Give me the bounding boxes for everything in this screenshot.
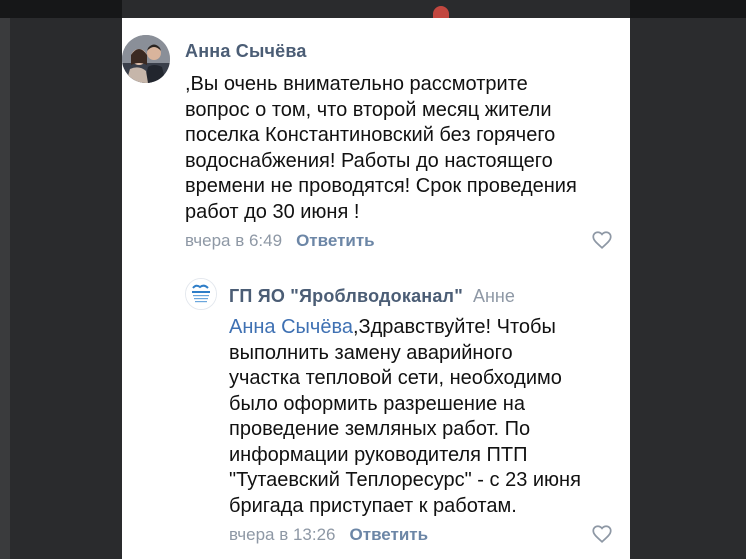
heart-outline-icon[interactable] <box>591 523 613 545</box>
avatar[interactable] <box>185 278 217 310</box>
reply-text-fragment: ,Здравствуйте! Чтобы <box>353 316 556 338</box>
background-top-bar-right <box>630 0 746 18</box>
reply-text: Анна Сычёва,Здравствуйте! Чтобы выполнит… <box>229 315 629 519</box>
reply-text-line: проведение земляных работ. По <box>229 418 531 440</box>
reply-meta: вчера в 13:26 Ответить <box>229 525 428 545</box>
reply-text-line: информации руководителя ПТП <box>229 443 528 466</box>
reply-time[interactable]: вчера в 13:26 <box>229 525 336 544</box>
comment-text-line: работ до 30 июня ! <box>185 200 360 223</box>
avatar-photo-icon <box>122 35 170 83</box>
screenshot-frame: Анна Сычёва ,Вы очень внимательно рассмо… <box>0 0 746 559</box>
reply-text-line: "Тутаевский Теплоресурс" - с 23 июня <box>229 469 581 491</box>
reply-button[interactable]: Ответить <box>350 525 429 544</box>
reply-text-line: было оформить разрешение на <box>229 392 525 415</box>
heart-outline-icon[interactable] <box>591 229 613 251</box>
background-top-bar <box>0 0 122 18</box>
comment-text-line: водоснабжения! Работы до настоящего <box>185 149 553 172</box>
background-right-area <box>630 18 746 559</box>
reply-comment: ГП ЯО "Яроблводоканал" Анне Анна Сычёва,З… <box>122 273 630 559</box>
comment: Анна Сычёва ,Вы очень внимательно рассмо… <box>122 18 630 268</box>
comment-text-line: поселка Константиновский без горячего <box>185 124 556 146</box>
reply-addressee[interactable]: Анне <box>473 286 515 306</box>
reply-author[interactable]: ГП ЯО "Яроблводоканал" <box>229 286 463 306</box>
reply-text-line: Анна Сычёва,Здравствуйте! Чтобы <box>229 315 629 341</box>
comment-author[interactable]: Анна Сычёва <box>185 41 307 62</box>
background-page-strip <box>0 0 10 559</box>
comment-text-line: времени не проводятся! Срок проведения <box>185 175 577 197</box>
reply-header: ГП ЯО "Яроблводоканал" Анне <box>229 286 515 307</box>
reply-text-line: бригада приступает к работам. <box>229 494 517 517</box>
notification-dot-icon <box>433 6 449 18</box>
reply-button[interactable]: Ответить <box>296 231 375 250</box>
comment-meta: вчера в 6:49 Ответить <box>185 231 375 251</box>
avatar[interactable] <box>122 35 170 83</box>
comment-text: ,Вы очень внимательно рассмотрите вопрос… <box>185 72 625 225</box>
comment-text-line: ,Вы очень внимательно рассмотрите <box>185 73 528 95</box>
comment-text-line: вопрос о том, что второй месяц жители <box>185 98 552 121</box>
organization-logo-icon <box>186 279 216 309</box>
comments-panel: Анна Сычёва ,Вы очень внимательно рассмо… <box>122 18 630 559</box>
reply-text-line: участка тепловой сети, необходимо <box>229 367 562 389</box>
reply-text-line: выполнить замену аварийного <box>229 341 513 364</box>
comment-time[interactable]: вчера в 6:49 <box>185 231 282 250</box>
mention-link[interactable]: Анна Сычёва <box>229 316 353 338</box>
